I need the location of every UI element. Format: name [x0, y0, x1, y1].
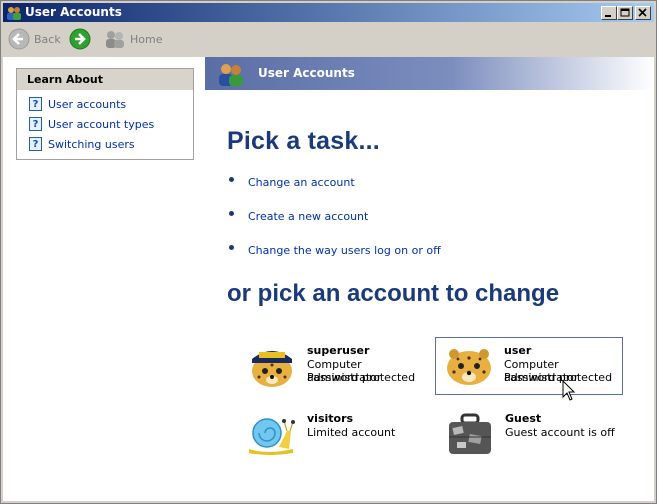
help-icon: ? [29, 97, 42, 111]
bullet-icon [229, 176, 234, 182]
home-label: Home [130, 32, 163, 46]
account-name: superuser [307, 344, 370, 357]
change-logon-link[interactable]: Change the way users log on or off [229, 241, 441, 259]
learn-about-panel: Learn About ? User accounts ? User accou… [16, 68, 194, 160]
learn-item-user-account-types[interactable]: ? User account types [29, 116, 154, 132]
task-label: Change an account [248, 175, 355, 189]
back-label: Back [34, 32, 61, 46]
pick-account-heading: or pick an account to change [227, 280, 560, 307]
forward-button[interactable] [69, 27, 91, 51]
account-type: Guest account is off [505, 426, 615, 439]
learn-item-switching-users[interactable]: ? Switching users [29, 136, 135, 152]
window-title: User Accounts [25, 5, 122, 19]
suitcase-icon [449, 413, 491, 454]
help-icon: ? [29, 117, 42, 131]
home-users-icon [106, 31, 124, 48]
account-guest[interactable]: Guest Guest account is off [439, 407, 625, 463]
close-icon [638, 8, 647, 17]
cheetah-icon [447, 349, 491, 385]
account-user[interactable]: user Computer administrator Password pro… [435, 337, 623, 395]
account-visitors[interactable]: visitors Limited account [241, 407, 427, 463]
task-label: Create a new account [248, 209, 369, 223]
task-label: Change the way users log on or off [248, 243, 441, 257]
main-header: User Accounts [205, 57, 654, 90]
change-account-link[interactable]: Change an account [229, 173, 355, 191]
back-button[interactable]: Back [8, 27, 61, 51]
bullet-icon [229, 210, 234, 216]
mouse-pointer-icon [562, 380, 576, 401]
home-button[interactable]: Home [104, 27, 162, 51]
account-type: Limited account [307, 426, 396, 439]
bullet-icon [229, 244, 234, 250]
header-title: User Accounts [258, 66, 355, 80]
maximize-button[interactable] [617, 6, 633, 20]
learn-about-title: Learn About [17, 69, 193, 90]
user-accounts-window: User Accounts Back Home Learn About ? Us… [0, 0, 657, 504]
toolbar: Back Home [3, 23, 654, 57]
main-pane: User Accounts Pick a task... Change an a… [205, 57, 654, 501]
back-arrow-icon [8, 28, 30, 50]
maximize-icon [620, 8, 630, 17]
snail-icon [249, 418, 295, 455]
learn-item-user-accounts[interactable]: ? User accounts [29, 96, 126, 112]
account-status: Password protected [307, 371, 416, 384]
minimize-button[interactable] [601, 6, 617, 20]
pick-task-heading: Pick a task... [227, 127, 380, 155]
help-icon: ? [29, 137, 42, 151]
title-bar[interactable]: User Accounts [3, 3, 654, 22]
account-superuser[interactable]: superuser Computer administrator Passwor… [241, 339, 427, 395]
minimize-icon [605, 15, 611, 17]
sidebar: Learn About ? User accounts ? User accou… [3, 57, 205, 501]
account-status: Password protected [504, 371, 613, 384]
account-name: user [504, 344, 532, 357]
users-app-icon [7, 7, 21, 20]
account-name: Guest [505, 412, 542, 425]
learn-item-label: User accounts [48, 97, 127, 111]
account-name: visitors [307, 412, 354, 425]
learn-item-label: User account types [48, 117, 155, 131]
learn-item-label: Switching users [48, 137, 135, 151]
close-button[interactable] [635, 6, 651, 20]
create-account-link[interactable]: Create a new account [229, 207, 368, 225]
cheetah-admin-cap-icon [252, 351, 292, 387]
forward-arrow-icon [69, 28, 91, 50]
user-accounts-icon [219, 64, 243, 86]
